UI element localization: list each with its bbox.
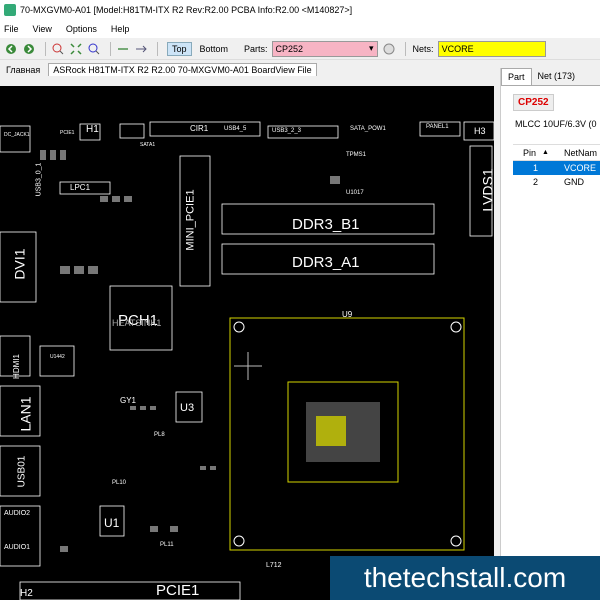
window-title: 70-MXGVM0-A01 [Model:H81TM-ITX R2 Rev:R2… — [20, 5, 353, 15]
toolbar-separator — [110, 41, 111, 56]
board-label: PANEL1 — [426, 124, 449, 130]
menu-bar: File View Options Help — [0, 20, 600, 38]
board-label: LAN1 — [17, 396, 34, 432]
board-label: HDMI1 — [11, 354, 21, 379]
board-label: USB01 — [16, 455, 28, 488]
pin-cell: 2 — [533, 177, 539, 187]
tab-boardview-file[interactable]: ASRock H81TM-ITX R2 R2.00 70-MXGVM0-A01 … — [48, 63, 317, 76]
board-label: HEATSINK1 — [112, 318, 162, 328]
chevron-down-icon[interactable]: ▾ — [369, 43, 374, 54]
board-label: DDR3_B1 — [292, 216, 360, 233]
tab-home[interactable]: Главная — [2, 64, 44, 76]
pin-cell: 1 — [533, 163, 539, 173]
nets-label: Nets: — [412, 43, 434, 54]
board-label: PCIE1 — [156, 582, 200, 599]
app-icon — [4, 4, 16, 16]
info-panel: Part Net (173) CP252 MLCC 10UF/6.3V (0 P… — [500, 68, 600, 600]
board-label: CIR1 — [190, 124, 209, 133]
table-row[interactable]: 2 GND — [513, 175, 600, 189]
pin-table: Pin ▲ NetNam 1 VCORE 2 GND — [513, 144, 600, 189]
menu-view[interactable]: View — [33, 24, 52, 34]
board-label: LVDS1 — [479, 168, 494, 212]
toolbar: Top Bottom Parts: CP252 ▾ Nets: VCORE — [0, 38, 600, 60]
board-label: PL11 — [160, 542, 174, 548]
board-graphics — [0, 121, 494, 600]
part-description: MLCC 10UF/6.3V (0 — [515, 119, 597, 129]
rotate-icon[interactable] — [116, 42, 130, 56]
board-label: U1017 — [346, 190, 364, 196]
board-canvas[interactable]: H1 CIR1 USB4_5 USB3_2_3 SATA_POW1 PANEL1… — [0, 86, 494, 600]
nets-input[interactable]: VCORE — [437, 40, 546, 57]
nets-value: VCORE — [441, 43, 474, 54]
parts-input[interactable]: CP252 ▾ — [271, 40, 378, 57]
part-name: CP252 — [513, 94, 554, 111]
board-label: H3 — [474, 126, 486, 136]
panel-tabs: Part Net (173) — [501, 68, 600, 86]
column-netname[interactable]: NetNam — [563, 148, 600, 158]
board-label: AUDIO2 — [4, 510, 31, 517]
top-side-button[interactable]: Top — [167, 41, 192, 56]
board-label: DDR3_A1 — [292, 254, 360, 271]
zoom-in-icon[interactable] — [51, 42, 65, 56]
board-label: U9 — [342, 310, 353, 319]
board-label: SATA_POW1 — [350, 126, 386, 132]
board-label: TPMS1 — [346, 152, 367, 158]
board-label: AUDIO1 — [4, 544, 31, 551]
menu-options[interactable]: Options — [66, 24, 97, 34]
zoom-fit-icon[interactable] — [69, 42, 83, 56]
menu-file[interactable]: File — [4, 24, 19, 34]
bottom-side-button[interactable]: Bottom — [196, 43, 233, 55]
zoom-out-icon[interactable] — [87, 42, 101, 56]
board-label: U3 — [180, 402, 195, 414]
title-bar: 70-MXGVM0-A01 [Model:H81TM-ITX R2 Rev:R2… — [0, 0, 600, 20]
forward-icon[interactable] — [22, 42, 36, 56]
board-label: L712 — [266, 562, 282, 569]
table-header: Pin ▲ NetNam — [513, 145, 600, 161]
mirror-icon[interactable] — [134, 42, 148, 56]
board-label: PL8 — [154, 432, 165, 438]
toolbar-separator — [157, 41, 158, 56]
watermark: thetechstall.com — [330, 556, 600, 600]
parts-value: CP252 — [275, 43, 304, 54]
table-row[interactable]: 1 VCORE — [513, 161, 600, 175]
board-label: DC_JACK1 — [4, 132, 30, 138]
board-label: H1 — [86, 124, 99, 135]
toolbar-separator — [404, 41, 406, 56]
back-icon[interactable] — [4, 42, 18, 56]
board-label: SATA1 — [140, 142, 156, 148]
board-label: USB3_0_1 — [35, 162, 43, 197]
board-label: GY1 — [120, 396, 137, 405]
tab-net[interactable]: Net (173) — [532, 68, 582, 85]
board-label: H2 — [20, 588, 33, 599]
menu-help[interactable]: Help — [111, 24, 130, 34]
parts-label: Parts: — [244, 43, 268, 54]
column-pin[interactable]: Pin ▲ — [513, 148, 563, 158]
board-label: USB4_5 — [224, 126, 247, 132]
board-label: PCIE1 — [60, 130, 75, 136]
net-cell: VCORE — [564, 163, 597, 173]
board-label: U1442 — [50, 354, 65, 360]
board-label: U1 — [104, 516, 120, 530]
sort-up-icon: ▲ — [542, 149, 549, 156]
net-cell: GND — [564, 177, 584, 187]
search-parts-icon[interactable] — [382, 42, 396, 56]
toolbar-separator — [45, 41, 46, 56]
board-label: PL10 — [112, 480, 127, 486]
board-label: MINI_PCIE1 — [184, 189, 197, 251]
board-label: USB3_2_3 — [272, 128, 302, 134]
board-label: LPC1 — [70, 183, 91, 192]
board-label: DVI1 — [11, 248, 28, 280]
tab-part[interactable]: Part — [501, 68, 532, 85]
